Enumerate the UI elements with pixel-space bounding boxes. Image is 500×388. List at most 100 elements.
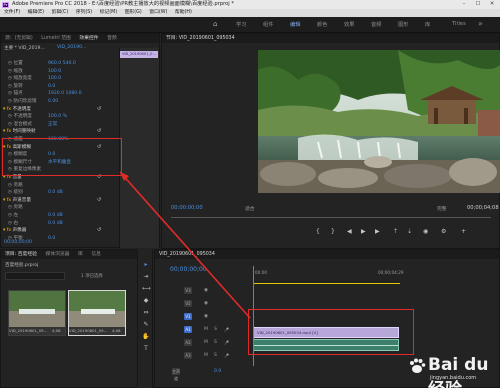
effect-property-value[interactable]: 0.00 (48, 98, 58, 106)
fx-icon[interactable]: ▾ fx (3, 129, 13, 134)
slip-tool-icon[interactable]: ⇔ (142, 309, 150, 317)
effect-property-value[interactable]: 100.0 (48, 68, 61, 76)
track-target-toggle[interactable]: V1 (184, 313, 192, 320)
zoom-fit-select[interactable]: 适合 (245, 205, 255, 212)
voice-over-record-icon[interactable]: 🎤 (224, 350, 229, 361)
work-area-bar[interactable] (253, 283, 400, 284)
razor-tool-icon[interactable]: ◆ (142, 297, 150, 305)
step-forward-icon[interactable]: ▶ (375, 228, 380, 235)
effect-property-value[interactable]: 正常 (48, 121, 57, 129)
close-icon[interactable]: ✕ (485, 0, 499, 9)
timeline-timecode[interactable]: 00;00;00;00 (170, 266, 207, 273)
selection-tool-icon[interactable]: ▸ (142, 261, 150, 269)
settings-icon[interactable]: ⚙ (441, 228, 446, 235)
program-scrub-bar[interactable] (171, 217, 491, 218)
menu-sequence[interactable]: 序列(S) (76, 10, 92, 15)
tab-project[interactable]: 项目: 百度经验 (5, 252, 37, 257)
track-header[interactable]: 主声道 0.0 (170, 366, 248, 381)
reset-icon[interactable]: ↺ (97, 227, 101, 235)
reset-icon[interactable]: ↺ (97, 128, 101, 136)
tab-libraries[interactable]: 库 (78, 252, 83, 257)
workspace-editing[interactable]: 编辑 (290, 21, 300, 28)
effect-property-value[interactable]: 1920.0 1080.0 (48, 90, 82, 98)
workspace-effects[interactable]: 效果 (344, 21, 354, 28)
type-tool-icon[interactable]: T (142, 345, 150, 353)
workspace-learn[interactable]: 学习 (236, 21, 246, 28)
export-frame-icon[interactable]: ◉ (423, 228, 428, 235)
fx-icon[interactable]: ▾ fx (3, 228, 13, 233)
tab-source[interactable]: 源：(无剪辑) (5, 36, 33, 41)
workspace-color[interactable]: 颜色 (317, 21, 327, 28)
track-header[interactable]: A3 M S 🎤 (170, 350, 248, 361)
tab-info[interactable]: 信息 (91, 252, 101, 257)
tab-sequence[interactable]: VID_20190601_095034 (159, 252, 215, 257)
mute-track-icon[interactable]: M (204, 324, 208, 335)
track-header[interactable]: V1 ◉ (170, 311, 248, 322)
menu-marker[interactable]: 标记(M) (100, 10, 117, 15)
program-timecode[interactable]: 00;00;00;00 (171, 205, 203, 211)
menu-edit[interactable]: 编辑(E) (28, 10, 44, 15)
lift-icon[interactable]: ⇡ (393, 228, 398, 235)
tab-audio-mixer[interactable]: 音频 (107, 36, 117, 41)
effect-section[interactable]: ▾ fx 声像器 ↺ (0, 227, 118, 235)
home-icon[interactable]: ⌂ (213, 21, 220, 28)
toggle-visibility-icon[interactable]: ◉ (204, 285, 208, 296)
more-workspaces-icon[interactable]: » (478, 19, 483, 28)
tab-lumetri-scopes[interactable]: Lumetri 范围 (41, 36, 71, 41)
track-select-tool-icon[interactable]: ⇥ (142, 273, 150, 281)
track-header[interactable]: A1 M S 🎤 (170, 324, 248, 335)
effect-section[interactable]: ▾ fx 时间重映射 ↺ (0, 128, 118, 136)
track-target-toggle[interactable]: V3 (184, 287, 192, 294)
effect-clip-label[interactable]: VID_20190... (57, 45, 86, 50)
project-search-input[interactable] (5, 272, 65, 280)
workspace-assembly[interactable]: 组件 (263, 21, 273, 28)
toggle-visibility-icon[interactable]: ◉ (204, 311, 208, 322)
effect-property-value[interactable]: 0.0 dB (48, 189, 63, 197)
voice-over-record-icon[interactable]: 🎤 (224, 324, 229, 335)
mark-in-icon[interactable]: { (316, 228, 320, 235)
effect-property-value[interactable]: 100.0 (48, 75, 61, 83)
effect-property-value[interactable]: 960.0 540.0 (48, 60, 76, 68)
effect-section[interactable]: ▾ fx 不透明度 ↺ (0, 106, 118, 114)
effect-property-value[interactable]: 0.0 dB (48, 212, 63, 220)
reset-icon[interactable]: ↺ (97, 197, 101, 205)
mark-out-icon[interactable]: } (331, 228, 335, 235)
playback-resolution-select[interactable]: 完整 (437, 205, 447, 212)
hand-tool-icon[interactable]: ✋ (142, 333, 150, 341)
effect-property-value[interactable]: 100.0 % (48, 113, 67, 121)
solo-track-icon[interactable]: S (214, 324, 217, 335)
master-volume-value[interactable]: 0.0 (214, 366, 221, 377)
effect-property-value[interactable]: 0.0 dB (48, 220, 63, 228)
fx-icon[interactable]: ▾ fx (3, 107, 13, 112)
solo-track-icon[interactable]: S (214, 350, 217, 361)
tab-program[interactable]: 节目: VID_20190601_095034 (166, 36, 235, 41)
step-back-icon[interactable]: ◀ (347, 228, 352, 235)
effect-property-value[interactable]: 0.0 (48, 83, 55, 91)
menu-graphics[interactable]: 图形(G) (125, 10, 142, 15)
voice-over-record-icon[interactable]: 🎤 (224, 337, 229, 348)
reset-icon[interactable]: ↺ (97, 106, 101, 114)
extract-icon[interactable]: ⇣ (407, 228, 412, 235)
effect-property-value[interactable]: 0.0 (48, 235, 55, 243)
track-target-toggle[interactable]: A1 (184, 326, 192, 333)
track-header[interactable]: V3 ◉ (170, 285, 248, 296)
minimize-icon[interactable]: – (457, 0, 471, 9)
track-target-toggle[interactable]: A3 (184, 352, 192, 359)
pen-tool-icon[interactable]: ✎ (142, 321, 150, 329)
mini-timeline-clip[interactable]: VID_20190601_0... (120, 51, 158, 58)
toggle-visibility-icon[interactable]: ◉ (204, 298, 208, 309)
solo-track-icon[interactable]: S (214, 337, 217, 348)
workspace-graphics[interactable]: 图形 (398, 21, 408, 28)
track-header[interactable]: A2 M S 🎤 (170, 337, 248, 348)
effect-controls-timecode[interactable]: 00;00;00;00 (4, 240, 32, 245)
mute-track-icon[interactable]: M (204, 337, 208, 348)
workspace-audio[interactable]: 音频 (371, 21, 381, 28)
maximize-icon[interactable]: ☐ (471, 0, 485, 9)
workspace-titles[interactable]: Titles (452, 21, 466, 27)
menu-window[interactable]: 窗口(W) (149, 10, 167, 15)
fx-icon[interactable]: ▾ fx (3, 198, 13, 203)
track-target-toggle[interactable]: 主声道 (172, 368, 180, 381)
menu-help[interactable]: 帮助(H) (175, 10, 192, 15)
track-target-toggle[interactable]: V2 (184, 300, 192, 307)
effect-section[interactable]: ▾ fx 声道音量 ↺ (0, 197, 118, 205)
